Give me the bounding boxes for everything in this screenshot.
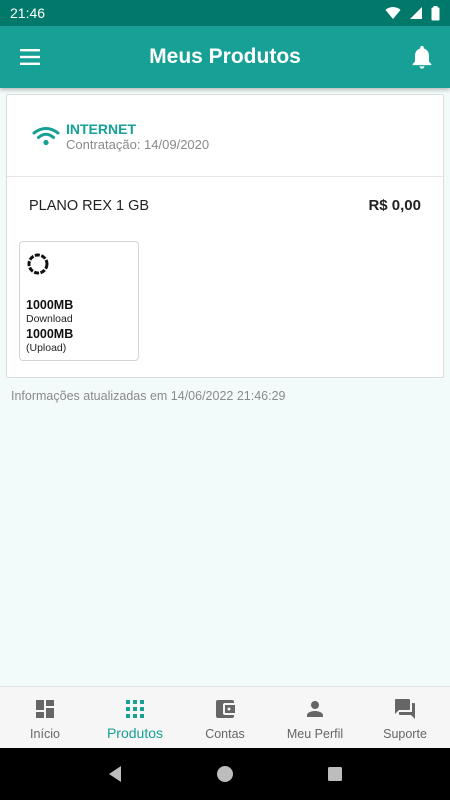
dashboard-icon	[36, 700, 54, 718]
home-icon[interactable]	[215, 764, 235, 784]
notifications-button[interactable]	[408, 43, 436, 71]
service-header: INTERNET Contratação: 14/09/2020	[7, 95, 443, 177]
nav-label-suporte: Suporte	[383, 727, 427, 741]
nav-label-meu-perfil: Meu Perfil	[286, 727, 344, 741]
plan-row: PLANO REX 1 GB R$ 0,00	[7, 177, 443, 235]
bell-icon	[412, 45, 432, 69]
page-title: Meus Produtos	[149, 45, 301, 68]
nav-item-produtos[interactable]: Produtos	[90, 687, 180, 748]
upload-label: (Upload)	[26, 342, 67, 354]
nav-item-meu-perfil[interactable]: Meu Perfil	[270, 687, 360, 748]
service-name: INTERNET	[66, 121, 136, 137]
cell-signal-icon	[410, 7, 422, 19]
download-label: Download	[26, 313, 73, 325]
bottom-navigation: Início Produtos Contas Meu Perfil Suport…	[0, 686, 450, 748]
status-bar: 21:46	[0, 0, 450, 26]
wallet-icon	[216, 700, 235, 718]
nav-item-contas[interactable]: Contas	[180, 687, 270, 748]
product-card[interactable]: INTERNET Contratação: 14/09/2020 PLANO R…	[6, 94, 444, 378]
nav-item-suporte[interactable]: Suporte	[360, 687, 450, 748]
hamburger-menu-icon	[20, 49, 40, 65]
plan-name: PLANO REX 1 GB	[29, 198, 150, 214]
nav-item-inicio[interactable]: Início	[0, 687, 90, 748]
recents-icon[interactable]	[325, 764, 345, 784]
nav-label-produtos: Produtos	[106, 725, 164, 741]
menu-button[interactable]	[16, 45, 44, 69]
status-time: 21:46	[10, 5, 46, 21]
chat-icon	[395, 699, 415, 719]
contract-date: Contratação: 14/09/2020	[66, 137, 210, 152]
system-navigation-bar	[0, 748, 450, 800]
upload-value: 1000MB	[26, 327, 74, 341]
nav-label-inicio: Início	[30, 727, 60, 741]
download-value: 1000MB	[26, 298, 74, 312]
wifi-icon	[32, 127, 60, 146]
grid-icon	[126, 700, 144, 718]
status-icons	[385, 5, 440, 21]
speed-box: 1000MB Download 1000MB (Upload)	[19, 241, 139, 361]
app-bar: Meus Produtos	[0, 26, 450, 88]
last-updated-text: Informações atualizadas em 14/06/2022 21…	[11, 389, 286, 403]
usage-gauge-icon	[27, 253, 49, 275]
battery-icon	[431, 5, 440, 20]
wifi-signal-icon	[385, 7, 401, 20]
person-icon	[307, 701, 323, 717]
back-icon[interactable]	[105, 764, 125, 784]
plan-price: R$ 0,00	[368, 197, 421, 214]
nav-label-contas: Contas	[205, 727, 245, 741]
